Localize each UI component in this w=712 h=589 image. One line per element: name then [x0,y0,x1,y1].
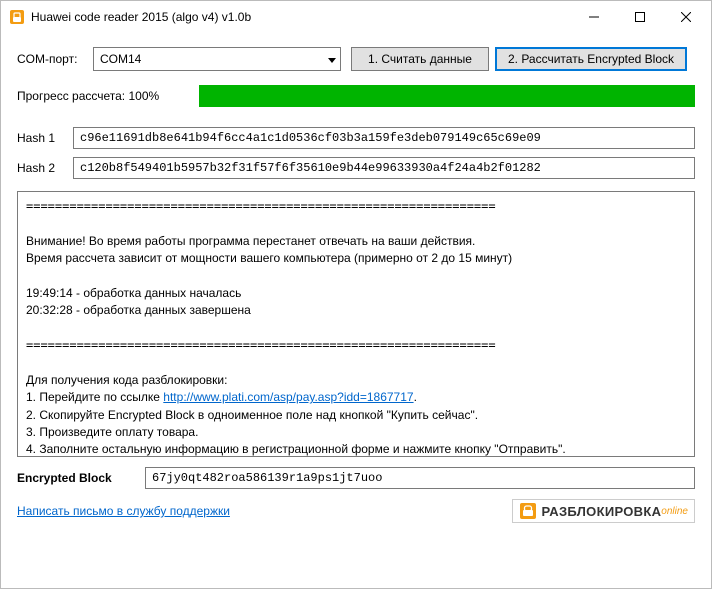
com-row: COM-порт: COM14 1. Считать данные 2. Рас… [17,47,695,71]
log-line1: Внимание! Во время работы программа пере… [26,233,686,250]
log-line6a: 1. Перейдите по ссылке [26,390,163,404]
chevron-down-icon [328,52,336,66]
log-line3: 19:49:14 - обработка данных началась [26,285,686,302]
progress-row: Прогресс рассчета: 100% [17,85,695,107]
log-line7: 2. Скопируйте Encrypted Block в одноимен… [26,407,686,424]
log-line5: Для получения кода разблокировки: [26,372,686,389]
hash1-row: Hash 1 [17,127,695,149]
log-line9: 4. Заполните остальную информацию в реги… [26,441,686,457]
titlebar: Huawei code reader 2015 (algo v4) v1.0b [1,1,711,33]
encrypted-row: Encrypted Block [17,467,695,489]
hash1-label: Hash 1 [17,131,73,145]
com-port-select[interactable]: COM14 [93,47,341,71]
brand-text2: online [661,506,688,517]
brand-text1: РАЗБЛОКИРОВКА [541,504,661,519]
encrypted-input[interactable] [145,467,695,489]
window-title: Huawei code reader 2015 (algo v4) v1.0b [31,10,571,24]
log-line2: Время рассчета зависит от мощности вашег… [26,250,686,267]
log-sep1: ========================================… [26,198,686,215]
minimize-button[interactable] [571,2,617,32]
window-controls [571,2,709,32]
calc-encrypted-label: 2. Рассчитать Encrypted Block [508,52,674,66]
calc-encrypted-button[interactable]: 2. Рассчитать Encrypted Block [495,47,687,71]
log-sep2: ========================================… [26,337,686,354]
maximize-button[interactable] [617,2,663,32]
read-data-button[interactable]: 1. Считать данные [351,47,489,71]
plati-link[interactable]: http://www.plati.com/asp/pay.asp?idd=186… [163,390,413,404]
hash2-input[interactable] [73,157,695,179]
hash2-row: Hash 2 [17,157,695,179]
encrypted-label: Encrypted Block [17,471,145,485]
support-link[interactable]: Написать письмо в службу поддержки [17,504,230,518]
progress-label: Прогресс рассчета: 100% [17,89,199,103]
content-area: COM-порт: COM14 1. Считать данные 2. Рас… [1,33,711,533]
close-button[interactable] [663,2,709,32]
log-line8: 3. Произведите оплату товара. [26,424,686,441]
footer: Написать письмо в службу поддержки РАЗБЛ… [17,499,695,523]
progress-bar [199,85,695,107]
brand-badge: РАЗБЛОКИРОВКАonline [512,499,695,523]
log-line6b: . [414,390,417,404]
lock-icon [519,502,537,520]
log-line6: 1. Перейдите по ссылке http://www.plati.… [26,389,686,406]
hash1-input[interactable] [73,127,695,149]
log-line4: 20:32:28 - обработка данных завершена [26,302,686,319]
log-textarea[interactable]: ========================================… [17,191,695,457]
hash2-label: Hash 2 [17,161,73,175]
com-port-label: COM-порт: [17,52,93,66]
com-port-value: COM14 [100,52,141,66]
read-data-label: 1. Считать данные [368,52,472,66]
app-icon [9,9,25,25]
app-window: Huawei code reader 2015 (algo v4) v1.0b … [0,0,712,589]
